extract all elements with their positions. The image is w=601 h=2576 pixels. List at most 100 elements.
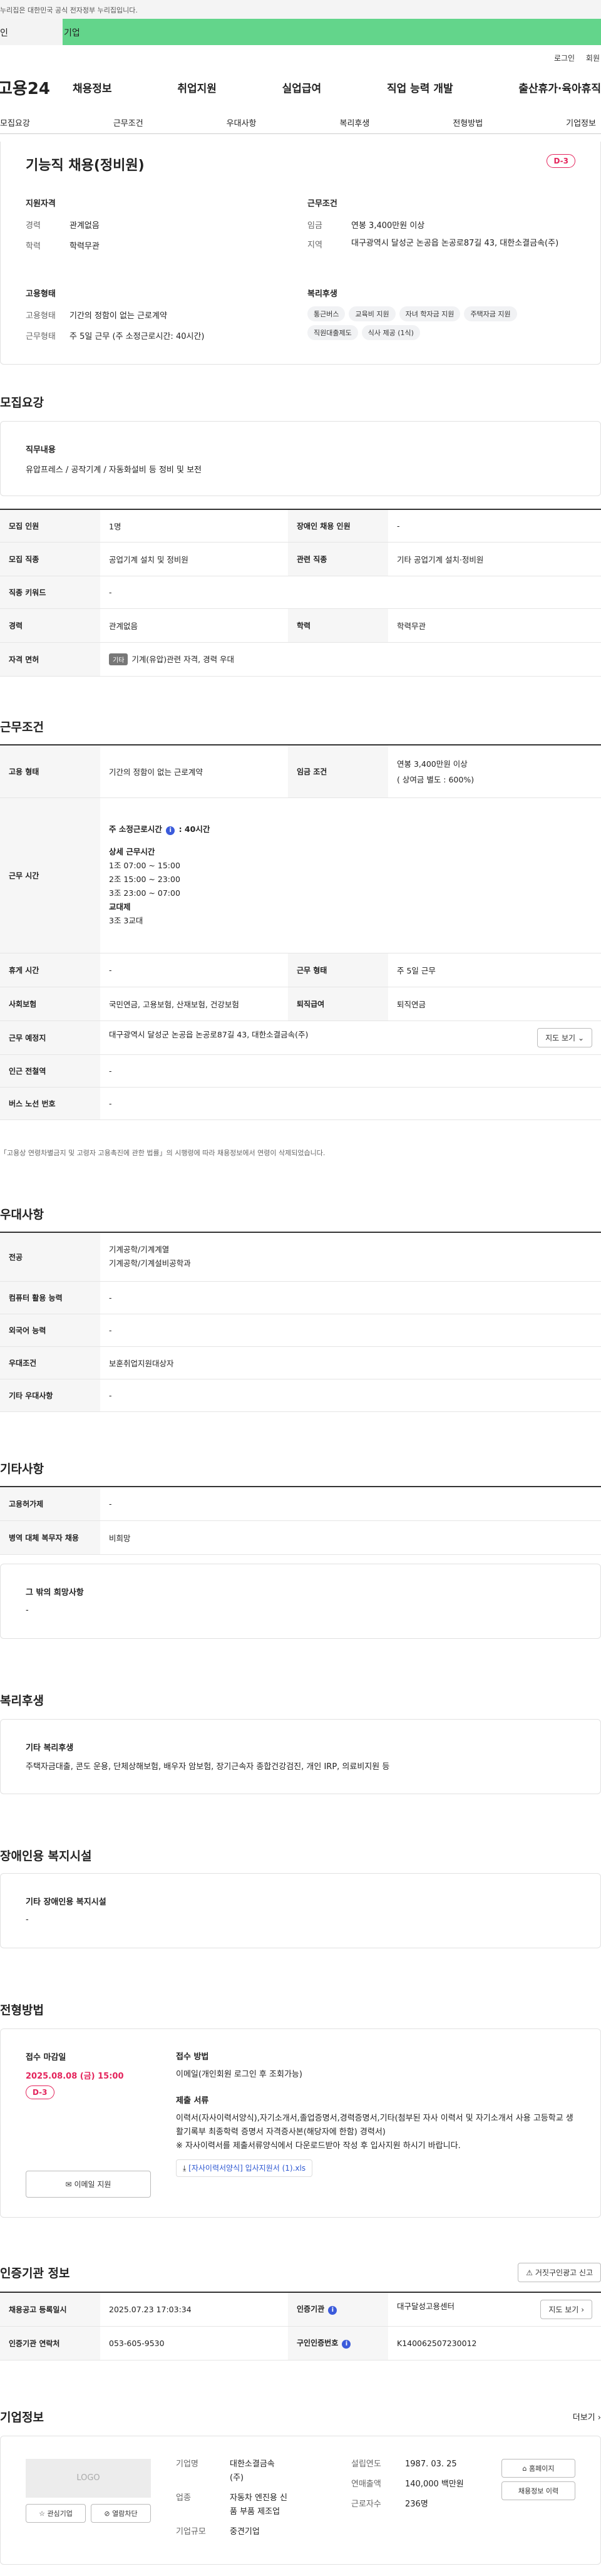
license-tag: 기타 <box>109 653 128 665</box>
gnb-item-jobs[interactable]: 채용정보 <box>73 80 112 95</box>
duty-heading: 직무내용 <box>26 445 56 455</box>
cell-value: - <box>100 953 288 987</box>
employment-block: 고용형태 고용형태 기간의 정함이 없는 근로계약 근무형태 주 5일 근무 (주 … <box>26 287 204 341</box>
gnb-item-training[interactable]: 직업 능력 개발 <box>387 80 453 95</box>
wage-cell: 연봉 3,400만원 이상 ( 상여금 별도 : 600%) <box>388 744 601 798</box>
size-key: 기업규모 <box>176 2527 206 2537</box>
major-cell: 기계공학/기계계열 기계공학/기계설비공학과 <box>100 1232 601 1282</box>
tab-personal[interactable]: 인 <box>0 19 63 45</box>
license-value: 기계(유압)관련 자격, 경력 우대 <box>131 655 235 664</box>
other-section-title: 기타사항 <box>0 1462 44 1476</box>
site-logo[interactable]: 고용24 <box>0 76 73 99</box>
staff-key: 근로자수 <box>351 2500 381 2509</box>
welfare-box: 기타 복리후생 주택자금대출, 콘도 운용, 단체상해보험, 배우자 암보험, … <box>0 1719 601 1794</box>
chevron-right-icon: › <box>597 2413 601 2423</box>
wage-line: 연봉 3,400만원 이상 <box>397 759 468 769</box>
major-line: 기계공학/기계계열 <box>109 1245 170 1255</box>
info-icon[interactable]: i <box>342 2340 351 2349</box>
welfare-heading: 기타 복리후생 <box>26 1743 74 1753</box>
cell-value: - <box>100 1486 601 1521</box>
cell-header: 퇴직급여 <box>288 987 388 1021</box>
login-link[interactable]: 로그인 <box>554 54 575 63</box>
recruit-table: 모집 인원 1명 장애인 채용 인원 - 모집 직종 공업기계 설치 및 정비원… <box>0 509 601 677</box>
homepage-button[interactable]: ⌂ 홈페이지 <box>501 2459 575 2478</box>
job-history-button[interactable]: 채용정보 이력 <box>501 2481 575 2500</box>
cell-header: 고용허가제 <box>0 1486 100 1521</box>
gnb-item-parental-leave[interactable]: 출산휴가·육아휴직 <box>518 80 601 95</box>
home-icon: ⌂ <box>522 2464 527 2473</box>
staff-value: 236명 <box>405 2500 428 2509</box>
anchor-selection[interactable]: 전형방법 <box>453 117 483 133</box>
other-etc-box: 그 밖의 희망사항 - <box>0 1564 601 1639</box>
favorite-company-button[interactable]: ☆ 관심기업 <box>26 2504 86 2523</box>
map-button-label: 지도 보기 <box>545 1033 576 1042</box>
welfare-chip: 교육비 지원 <box>349 306 396 321</box>
education-key: 학력 <box>26 242 41 251</box>
map-button[interactable]: 지도 보기 ⌄ <box>537 1027 592 1047</box>
wage-value: 연봉 3,400만원 이상 <box>351 221 425 231</box>
bonus-line: ( 상여금 별도 : 600%) <box>397 775 475 785</box>
emptype-key: 고용형태 <box>26 311 56 321</box>
cell-value: 학력무관 <box>388 608 601 643</box>
cell-value: - <box>100 576 601 609</box>
util-links: 로그인 회원 <box>0 45 601 66</box>
condition-heading: 근무조건 <box>307 199 337 209</box>
cell-value: 기간의 정함이 없는 근로계약 <box>100 744 288 798</box>
attachment-link[interactable]: ⤓ [자사이력서양식] 입사지원서 (1).xls <box>176 2159 313 2177</box>
chevron-down-icon: ⌄ <box>577 1033 584 1042</box>
emptype-value: 기간의 정함이 없는 근로계약 <box>69 311 167 321</box>
anchor-recruit[interactable]: 모집요강 <box>0 117 30 133</box>
report-button[interactable]: ⚠ 거짓구인광고 신고 <box>518 2263 601 2282</box>
facility-heading: 기타 장애인용 복지시설 <box>26 1898 106 1907</box>
place-cell: 대구광역시 달성군 논공읍 논공로87길 43, 대한소결금속(주) 지도 보기… <box>100 1021 601 1055</box>
job-summary-card: 기능직 채용(정비원) D-3 지원자격 경력 관계없음 학력 학력무관 근무조건 … <box>0 142 601 365</box>
welfare-text: 주택자금대출, 콘도 운용, 단체상해보험, 배우자 암보험, 장기근속자 종합… <box>26 1762 390 1772</box>
join-link[interactable]: 회원 <box>586 54 600 63</box>
anchor-company[interactable]: 기업정보 <box>566 117 596 133</box>
cell-header: 경력 <box>0 608 100 643</box>
shift-line: 3조 23:00 ~ 07:00 <box>109 888 180 898</box>
qualification-heading: 지원자격 <box>26 199 56 209</box>
cell-header: 근무 예정지 <box>0 1021 100 1055</box>
employment-heading: 고용형태 <box>26 289 56 299</box>
welfare-section-title: 복리후생 <box>0 1694 44 1708</box>
gnb-item-employment-support[interactable]: 취업지원 <box>177 80 217 95</box>
user-type-tabs: 인 기업 <box>0 19 601 45</box>
other-etc-value: - <box>26 1606 29 1615</box>
gnb-menu: 채용정보 취업지원 실업급여 직업 능력 개발 출산휴가·육아휴직 <box>73 80 601 95</box>
tab-company[interactable]: 기업 <box>63 19 601 45</box>
gnb-item-unemployment[interactable]: 실업급여 <box>282 80 322 95</box>
duty-text: 유압프레스 / 공작기계 / 자동화설비 등 정비 및 보전 <box>26 465 202 475</box>
cell-header: 기타 우대사항 <box>0 1379 100 1412</box>
star-icon: ☆ <box>39 2510 45 2518</box>
anchor-preference[interactable]: 우대사항 <box>227 117 257 133</box>
method-value: 이메일(개인회원 로그인 후 조회가능) <box>176 2070 302 2079</box>
cell-header: 전공 <box>0 1232 100 1282</box>
anchor-welfare[interactable]: 복리후생 <box>339 117 369 133</box>
cell-header: 장애인 채용 인원 <box>288 509 388 543</box>
welfare-chip: 주택자금 지원 <box>464 306 517 321</box>
pref-section-title: 우대사항 <box>0 1208 44 1222</box>
cell-value: 1명 <box>100 509 288 543</box>
welfare-summary-block: 복리후생 통근버스 교육비 지원 자녀 학자금 지원 주택자금 지원 직원대출제도 식사… <box>307 287 583 344</box>
agency-map-button[interactable]: 지도 보기 › <box>540 2299 592 2319</box>
email-apply-label: 이메일 지원 <box>74 2180 111 2189</box>
anchor-work[interactable]: 근무조건 <box>113 117 143 133</box>
cert-no-header: 구인인증번호 i <box>288 2326 388 2360</box>
cell-header: 임금 조건 <box>288 744 388 798</box>
founded-key: 설립연도 <box>351 2459 381 2469</box>
attachment-link-label: [자사이력서양식] 입사지원서 (1).xls <box>188 2164 306 2173</box>
block-company-button[interactable]: ⊘ 열람차단 <box>91 2504 151 2523</box>
email-apply-button[interactable]: ✉ 이메일 지원 <box>26 2171 151 2198</box>
info-icon[interactable]: i <box>328 2306 337 2315</box>
cell-header: 병역 대체 복무자 채용 <box>0 1520 100 1555</box>
education-value: 학력무관 <box>69 242 100 251</box>
section-anchor-nav: 모집요강 근무조건 우대사항 복리후생 전형방법 기업정보 <box>0 108 601 134</box>
block-icon: ⊘ <box>104 2510 110 2518</box>
download-icon: ⤓ <box>183 2164 187 2173</box>
company-section-title: 기업정보 <box>0 2411 44 2424</box>
dday-badge: D-3 <box>547 154 575 168</box>
cell-header: 근무 형태 <box>288 953 388 987</box>
info-icon[interactable]: i <box>166 826 175 835</box>
company-more-link[interactable]: 더보기 › <box>573 2411 601 2423</box>
